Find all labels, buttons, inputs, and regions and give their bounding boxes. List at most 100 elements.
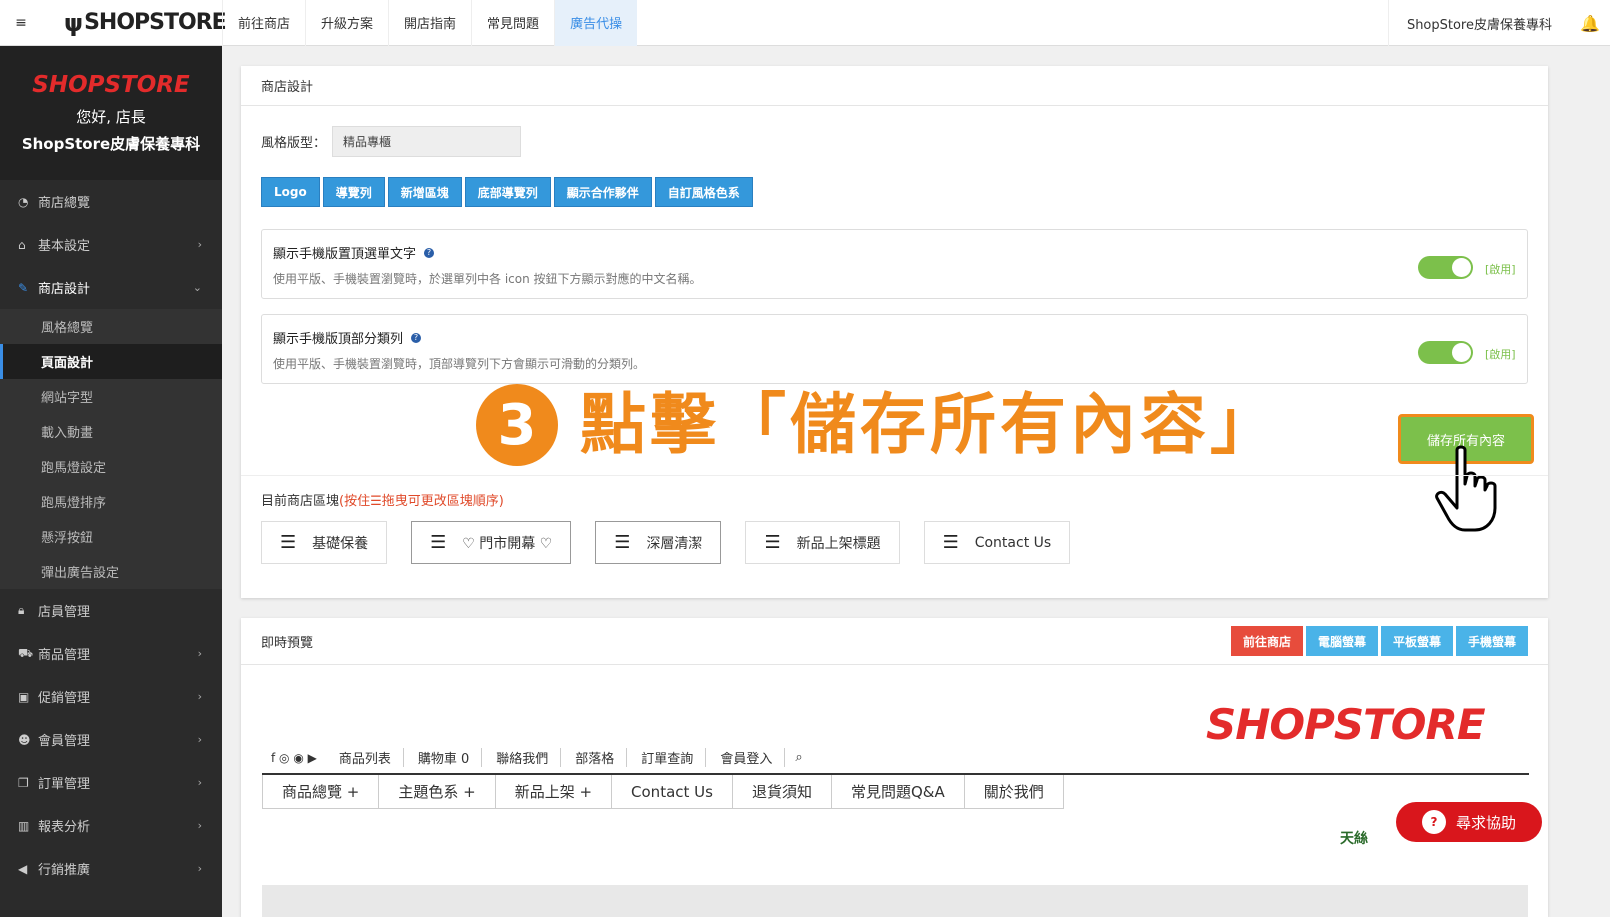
block-item[interactable]: ☰ 新品上架標題 [745, 521, 900, 564]
setting-title: 顯示手機版頂部分類列? [273, 328, 422, 347]
sidebar-subitem-marquee[interactable]: 跑馬燈設定 [0, 449, 222, 484]
logo-button[interactable]: Logo [261, 177, 320, 207]
toggle-knob [1452, 258, 1471, 277]
block-item[interactable]: ☰ 深層清潔 [595, 521, 722, 564]
block-label: Contact Us [974, 534, 1052, 551]
sidebar-item-staff[interactable]: 🔒︎ 店員管理 [0, 589, 222, 632]
sidebar-item-store-design[interactable]: ✎ 商店設計 ⌄ [0, 266, 222, 309]
preview-nav-login[interactable]: 會員登入 [720, 748, 786, 767]
drag-handle-icon[interactable]: ☰ [280, 532, 296, 553]
top-bar: ≡ ψ SHOPSTORE 前往商店 升級方案 開店指南 常見問題 廣告代操 Sh… [0, 0, 1610, 46]
setting-description: 使用平版、手機裝置瀏覽時，於選單列中各 icon 按鈕下方顯示對應的中文名稱。 [273, 272, 702, 286]
drag-handle-icon[interactable]: ☰ [764, 532, 780, 553]
dashboard-icon: ◔ [18, 194, 29, 209]
sidebar: SHOPSTORE 您好, 店長 ShopStore皮膚保養專科 ◔ 商店總覽 ⌂… [0, 46, 222, 917]
nav-go-store[interactable]: 前往商店 [222, 0, 305, 46]
nav-ads[interactable]: 廣告代操 [554, 0, 638, 46]
preview-nav-blog[interactable]: 部落格 [575, 748, 628, 767]
menu-item[interactable]: 退貨須知 [731, 775, 832, 809]
tutorial-annotation: 3 點擊「儲存所有內容」 [476, 384, 1280, 466]
blocks-label-text: 目前商店區塊 [261, 494, 340, 509]
sidebar-subitem-marquee-order[interactable]: 跑馬燈排序 [0, 484, 222, 519]
menu-item[interactable]: Contact Us [611, 775, 733, 809]
nav-upgrade[interactable]: 升級方案 [305, 0, 388, 46]
sidebar-item-label: 行銷推廣 [38, 863, 91, 878]
sidebar-item-overview[interactable]: ◔ 商店總覽 [0, 180, 222, 223]
tablet-view-button[interactable]: 平板螢幕 [1380, 626, 1453, 656]
sidebar-header: SHOPSTORE 您好, 店長 ShopStore皮膚保養專科 [0, 46, 222, 180]
desktop-view-button[interactable]: 電腦螢幕 [1305, 626, 1378, 656]
menu-item[interactable]: 商品總覽 + [262, 775, 380, 809]
nav-guide[interactable]: 開店指南 [388, 0, 471, 46]
block-item[interactable]: ☰ 基礎保養 [261, 521, 388, 564]
sidebar-item-products[interactable]: ⛟ 商品管理 › [0, 632, 222, 675]
preview-nav-products[interactable]: 商品列表 [339, 748, 404, 767]
live-preview-panel: 即時預覽 前往商店 電腦螢幕 平板螢幕 手機螢幕 SHOPSTORE f ◎ ◉… [241, 618, 1548, 917]
toggle-state: [啟用] [1485, 348, 1516, 361]
preview-nav-orders[interactable]: 訂單查詢 [641, 748, 707, 767]
drag-handle-icon[interactable]: ☰ [430, 532, 446, 553]
cart-icon: ⛟ [18, 645, 34, 660]
add-block-button[interactable]: 新增區塊 [387, 177, 462, 207]
go-store-button[interactable]: 前往商店 [1230, 626, 1303, 656]
sidebar-item-label: 訂單管理 [38, 777, 91, 792]
custom-colors-button[interactable]: 自訂風格色系 [654, 177, 753, 207]
chat-icon: ? [1421, 810, 1446, 834]
footer-nav-button[interactable]: 底部導覽列 [464, 177, 551, 207]
sidebar-item-members[interactable]: ☻ 會員管理 › [0, 718, 222, 761]
sidebar-subitem-loading[interactable]: 載入動畫 [0, 414, 222, 449]
preview-buttons: 前往商店 電腦螢幕 平板螢幕 手機螢幕 [1228, 626, 1528, 656]
top-nav: 前往商店 升級方案 開店指南 常見問題 廣告代操 [222, 0, 638, 46]
menu-toggle-icon[interactable]: ≡ [0, 0, 42, 46]
block-item[interactable]: ☰ ♡ 門市開幕 ♡ [411, 521, 572, 564]
drag-handle-icon[interactable]: ☰ [614, 532, 630, 553]
sidebar-item-label: 商品管理 [38, 648, 91, 663]
preview-nav-contact[interactable]: 聯絡我們 [496, 748, 562, 767]
sidebar-subitem-style[interactable]: 風格總覽 [0, 309, 222, 344]
menu-item[interactable]: 常見問題Q&A [830, 775, 965, 809]
bell-icon[interactable]: 🔔 [1570, 14, 1610, 33]
annotation-text: 點擊「儲存所有內容」 [580, 386, 1280, 463]
menu-item[interactable]: 主題色系 + [378, 775, 496, 809]
question-icon[interactable]: ? [411, 332, 422, 343]
lock-icon: 🔒︎ [18, 603, 25, 617]
blocks-label: 目前商店區塊(按住☰拖曳可更改區塊順序) [261, 490, 504, 509]
design-button-row: Logo 導覽列 新增區塊 底部導覽列 顯示合作夥伴 自訂風格色系 [261, 177, 756, 207]
sidebar-item-label: 商店設計 [38, 282, 91, 297]
help-button[interactable]: ? 尋求協助 [1396, 802, 1542, 842]
search-icon[interactable]: ⌕ [795, 750, 802, 765]
style-field: 精品專櫃 [332, 126, 522, 157]
sidebar-subitem-float-button[interactable]: 懸浮按鈕 [0, 519, 222, 554]
sidebar-item-label: 報表分析 [38, 820, 91, 835]
sidebar-item-promotions[interactable]: ▣ 促銷管理 › [0, 675, 222, 718]
sidebar-subitem-popup-ad[interactable]: 彈出廣告設定 [0, 554, 222, 589]
sidebar-subitem-page-design[interactable]: 頁面設計 [0, 344, 222, 379]
logo-mark-icon: ψ [64, 8, 83, 37]
sidebar-item-label: 會員管理 [38, 734, 91, 749]
top-right: ShopStore皮膚保養專科 🔔 [1387, 0, 1610, 46]
sidebar-item-marketing[interactable]: ◀ 行銷推廣 › [0, 847, 222, 890]
menu-item[interactable]: 關於我們 [963, 775, 1064, 809]
preview-nav-cart[interactable]: 購物車 0 [418, 748, 483, 767]
sidebar-item-orders[interactable]: ❐ 訂單管理 › [0, 761, 222, 804]
toggle-switch[interactable] [1418, 341, 1473, 364]
block-item[interactable]: ☰ Contact Us [923, 521, 1071, 564]
shop-name-link[interactable]: ShopStore皮膚保養專科 [1389, 14, 1570, 33]
setting-title: 顯示手機版置頂選單文字? [273, 243, 435, 262]
preview-main-menu: 商品總覽 + 主題色系 + 新品上架 + Contact Us 退貨須知 常見問… [262, 775, 1064, 809]
sidebar-subitem-font[interactable]: 網站字型 [0, 379, 222, 414]
brand-logo[interactable]: ψ SHOPSTORE [42, 0, 227, 46]
toggle-switch[interactable] [1418, 256, 1473, 279]
drag-handle-icon[interactable]: ☰ [943, 532, 959, 553]
sidebar-item-basic-settings[interactable]: ⌂ 基本設定 › [0, 223, 222, 266]
toggle-knob [1452, 343, 1471, 362]
question-icon[interactable]: ? [424, 247, 435, 258]
brand-text: SHOPSTORE [84, 10, 227, 35]
navbar-button[interactable]: 導覽列 [322, 177, 385, 207]
mobile-view-button[interactable]: 手機螢幕 [1455, 626, 1528, 656]
partners-button[interactable]: 顯示合作夥伴 [553, 177, 652, 207]
menu-item[interactable]: 新品上架 + [494, 775, 613, 809]
social-icons[interactable]: f ◎ ◉ ▶ [271, 751, 317, 765]
nav-faq[interactable]: 常見問題 [471, 0, 554, 46]
sidebar-item-reports[interactable]: ▥ 報表分析 › [0, 804, 222, 847]
